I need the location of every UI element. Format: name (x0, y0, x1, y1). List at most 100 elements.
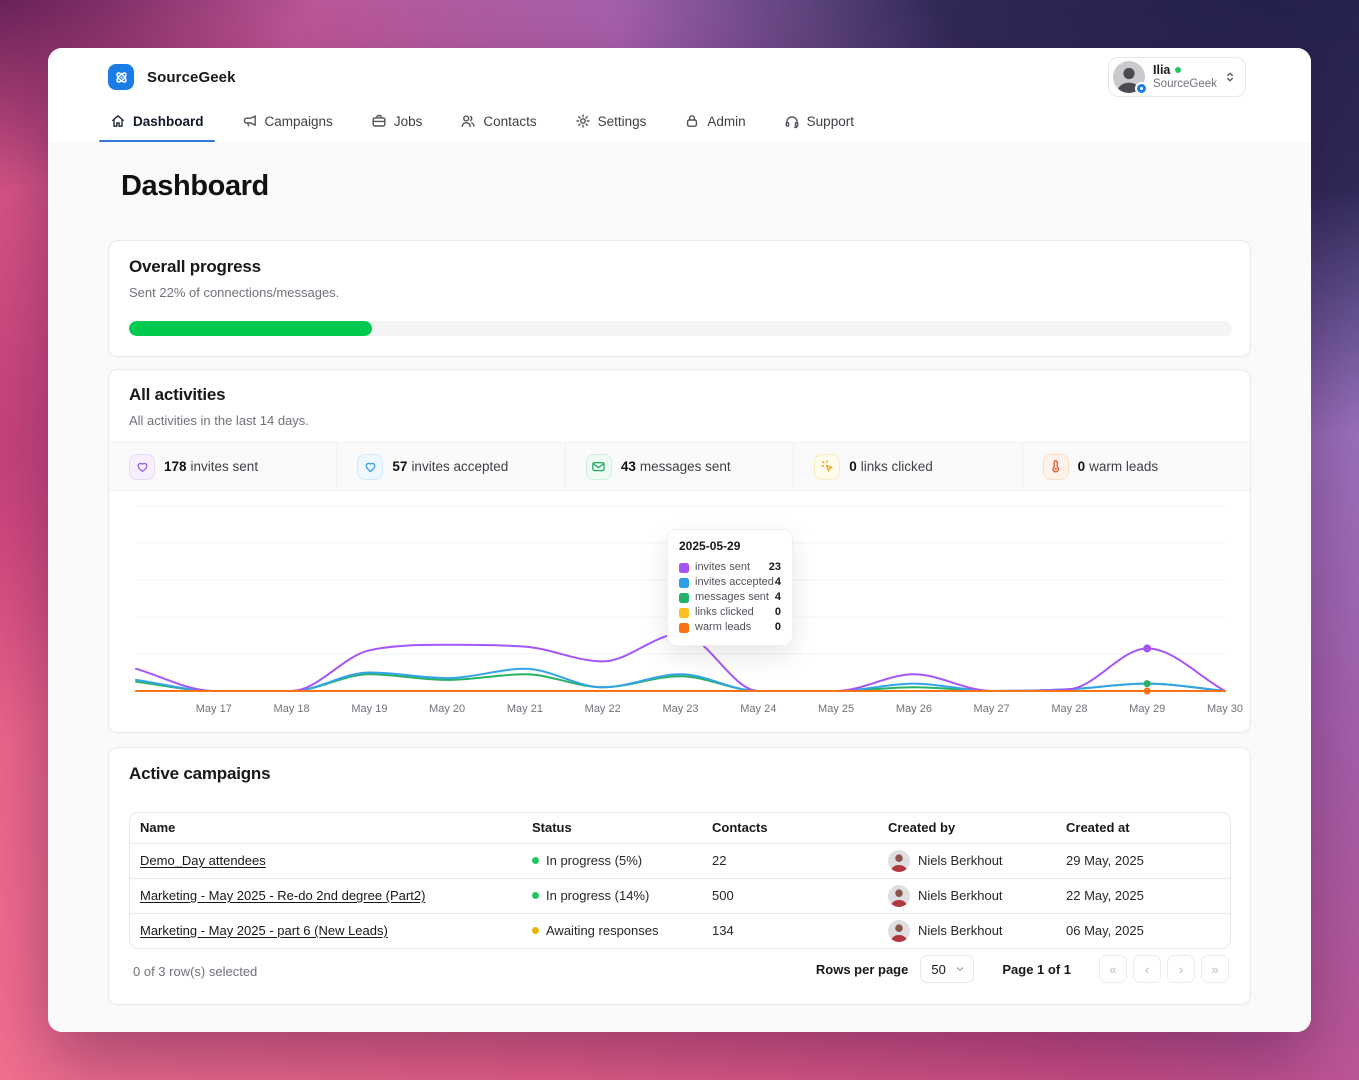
stat-links-clicked: 0 links clicked (793, 443, 1021, 490)
contacts-count: 134 (702, 912, 878, 948)
sourcegeek-badge-icon (1135, 82, 1148, 95)
tooltip-row: messages sent 4 (679, 590, 781, 605)
campaign-link[interactable]: Marketing - May 2025 - part 6 (New Leads… (140, 923, 388, 938)
campaign-link[interactable]: Demo_Day attendees (140, 853, 266, 868)
user-menu[interactable]: Ilia SourceGeek (1108, 57, 1246, 97)
headset-icon (784, 113, 800, 129)
all-activities-title: All activities (129, 385, 226, 404)
nav-label: Support (806, 113, 854, 129)
heart-icon (129, 453, 155, 480)
svg-text:May 19: May 19 (351, 703, 387, 715)
tooltip-value: 4 (774, 576, 781, 588)
nav-item-admin[interactable]: Admin (682, 103, 747, 142)
rows-per-page-label: Rows per page (815, 961, 909, 977)
stat-invites-sent: 178 invites sent (109, 443, 336, 490)
contacts-count: 500 (702, 877, 878, 913)
stat-text: 0 warm leads (1077, 459, 1159, 474)
created-at: 06 May, 2025 (1056, 912, 1230, 948)
creator-avatar (888, 919, 910, 942)
megaphone-icon (242, 113, 258, 129)
tooltip-row: warm leads 0 (679, 620, 781, 635)
table-row: Marketing - May 2025 - part 6 (New Leads… (130, 912, 1230, 948)
status-badge: In progress (5%) (532, 844, 702, 878)
user-info: Ilia SourceGeek (1153, 63, 1217, 91)
campaigns-table: Name Status Contacts Created by Created at D… (129, 812, 1231, 949)
stat-text: 178 invites sent (164, 459, 259, 474)
stat-value: 0 (1077, 459, 1086, 474)
nav-item-jobs[interactable]: Jobs (369, 103, 425, 142)
campaign-link[interactable]: Marketing - May 2025 - Re-do 2nd degree … (140, 888, 425, 903)
stat-value: 57 (392, 459, 408, 474)
activities-chart[interactable]: May 17 May 18 May 19 May 20 May 21 May 22 May … (135, 505, 1243, 718)
contacts-count: 22 (702, 842, 878, 878)
gear-icon (575, 113, 591, 129)
status-badge: Awaiting responses (532, 914, 702, 948)
creator-name: Niels Berkhout (918, 923, 1003, 938)
svg-text:May 25: May 25 (818, 703, 854, 715)
last-page-button[interactable]: » (1201, 955, 1229, 983)
nav-label: Contacts (483, 113, 537, 129)
nav-label: Dashboard (133, 113, 204, 129)
active-campaigns-card: Active campaigns Name Status Contacts Creat… (108, 747, 1251, 1005)
stat-value: 178 (164, 459, 187, 474)
legend-swatch (679, 607, 689, 618)
main-nav: Dashboard Campaigns Jobs Contacts Settings Ad… (99, 103, 890, 142)
table-row: Marketing - May 2025 - Re-do 2nd degree … (130, 877, 1230, 913)
tooltip-row: invites accepted 4 (679, 575, 781, 590)
nav-label: Admin (707, 113, 746, 129)
desktop-background: SourceGeek Ilia SourceGeek Dashboard Cam… (0, 0, 1359, 1080)
column-header-name: Name (140, 820, 176, 836)
column-header-contacts: Contacts (712, 820, 768, 836)
all-activities-subtitle: All activities in the last 14 days. (129, 413, 309, 428)
click-icon (814, 453, 841, 480)
nav-item-settings[interactable]: Settings (573, 103, 649, 142)
svg-text:May 22: May 22 (585, 703, 621, 715)
created-at: 29 May, 2025 (1056, 842, 1230, 878)
nav-item-support[interactable]: Support (782, 103, 856, 142)
svg-text:May 20: May 20 (429, 703, 465, 715)
nav-label: Settings (597, 113, 647, 129)
stat-invites-accepted: 57 invites accepted (336, 443, 564, 490)
page-indicator: Page 1 of 1 (1002, 961, 1071, 977)
user-avatar (1113, 61, 1148, 95)
status-text: In progress (14%) (546, 888, 650, 903)
svg-text:May 27: May 27 (974, 703, 1010, 715)
svg-text:May 23: May 23 (662, 703, 698, 715)
progress-bar (129, 321, 1232, 336)
tooltip-label: messages sent (695, 591, 769, 603)
table-row: Demo_Day attendees In progress (5%) 22 Niel… (130, 842, 1230, 878)
rows-per-page-select[interactable]: 50 (920, 955, 975, 983)
nav-label: Jobs (393, 113, 423, 129)
nav-item-contacts[interactable]: Contacts (458, 103, 538, 142)
stat-text: 43 messages sent (620, 459, 731, 474)
nav-item-dashboard[interactable]: Dashboard (99, 103, 214, 142)
previous-page-button[interactable]: ‹ (1133, 955, 1161, 983)
table-header-row: Name Status Contacts Created by Created at (130, 813, 1230, 843)
tooltip-value: 23 (768, 561, 781, 573)
active-campaigns-title: Active campaigns (129, 764, 271, 783)
heart-icon (357, 453, 384, 480)
users-icon (460, 113, 476, 129)
overall-progress-card: Overall progress Sent 22% of connections… (108, 240, 1251, 357)
stat-text: 57 invites accepted (392, 459, 509, 474)
svg-text:May 17: May 17 (196, 703, 232, 715)
svg-text:May 26: May 26 (896, 703, 932, 715)
svg-text:May 28: May 28 (1051, 703, 1087, 715)
brand-name: SourceGeek (147, 68, 236, 86)
status-text: In progress (5%) (546, 853, 643, 868)
tooltip-label: warm leads (695, 621, 752, 633)
nav-item-campaigns[interactable]: Campaigns (240, 103, 335, 142)
created-by: Niels Berkhout (888, 914, 1056, 948)
rows-per-page-value: 50 (931, 961, 946, 977)
stat-value: 0 (849, 459, 857, 474)
column-header-created-at: Created at (1066, 820, 1130, 836)
tooltip-row: invites sent 23 (679, 560, 781, 575)
next-page-button[interactable]: › (1167, 955, 1195, 983)
sourcegeek-logo-icon (108, 64, 134, 90)
user-org: SourceGeek (1153, 77, 1217, 90)
page-title: Dashboard (121, 170, 269, 202)
stat-messages-sent: 43 messages sent (564, 443, 793, 490)
first-page-button[interactable]: « (1099, 955, 1127, 983)
stat-warm-leads: 0 warm leads (1021, 443, 1250, 490)
svg-text:May 18: May 18 (274, 703, 310, 715)
